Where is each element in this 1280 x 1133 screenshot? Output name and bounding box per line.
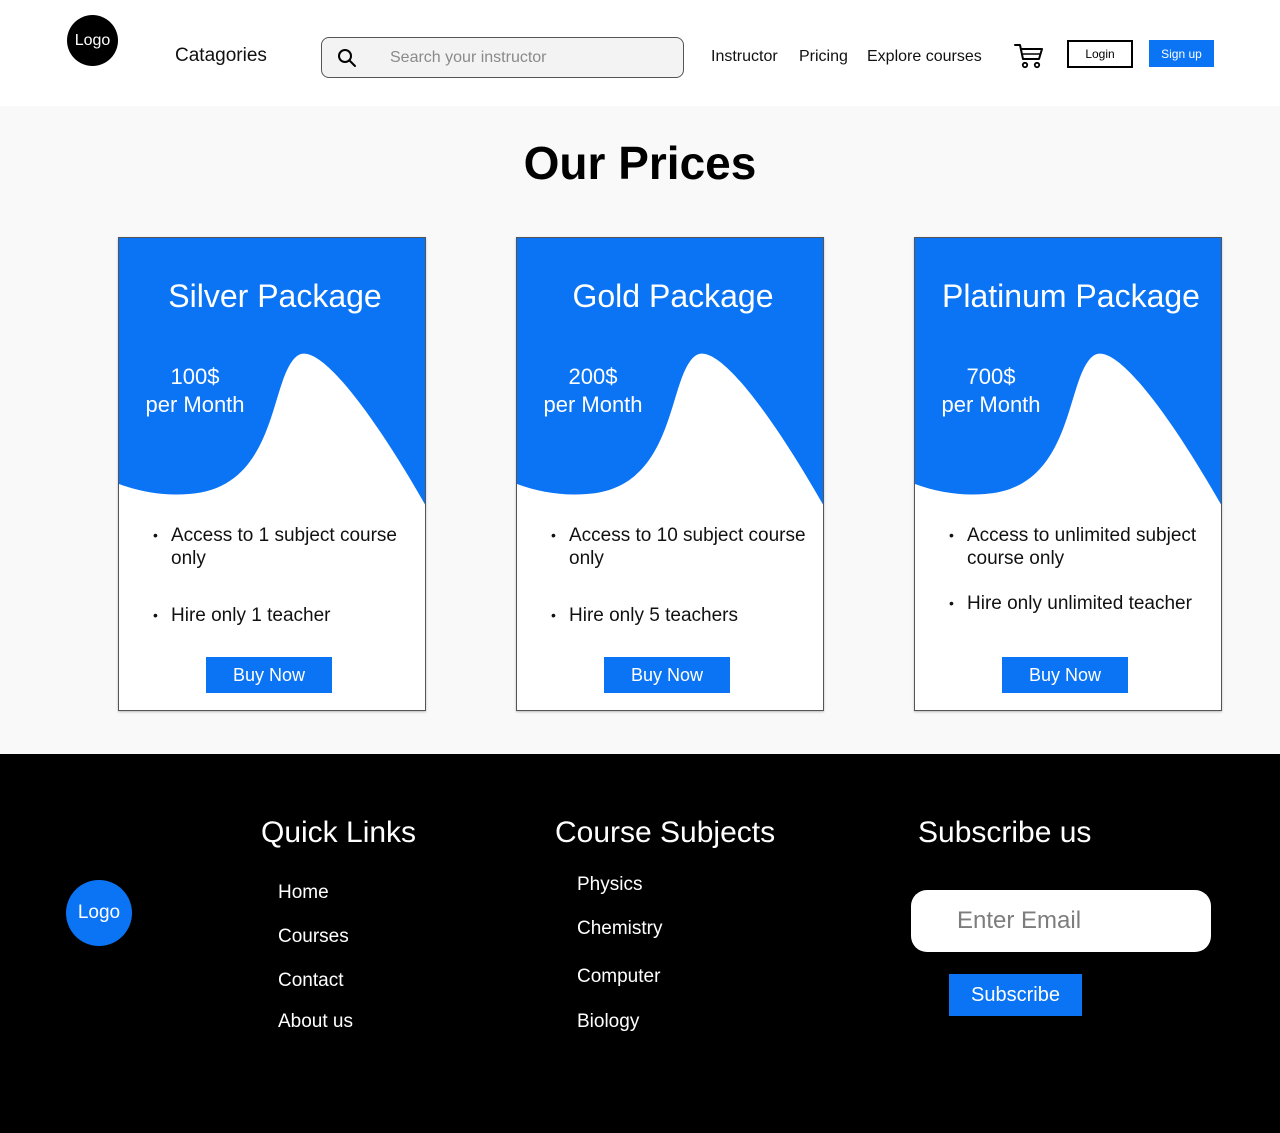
search-input[interactable] xyxy=(390,46,670,70)
login-button[interactable]: Login xyxy=(1067,40,1133,68)
package-name: Silver Package xyxy=(168,278,382,314)
nav-instructor[interactable]: Instructor xyxy=(711,48,778,66)
price-amount: 200$ xyxy=(568,364,618,389)
feature-item: Hire only 5 teachers xyxy=(551,604,809,627)
package-price: 200$ per Month xyxy=(525,363,661,419)
pricing-card-gold: Gold Package 200$ per Month Access to 10… xyxy=(516,237,824,711)
nav-pricing[interactable]: Pricing xyxy=(799,48,848,66)
site-footer: Logo Quick Links Home Courses Contact Ab… xyxy=(0,754,1280,1133)
footer-link-home[interactable]: Home xyxy=(278,882,329,904)
email-input[interactable] xyxy=(911,890,1211,952)
pricing-section: Our Prices Silver Package 100$ per Month… xyxy=(0,106,1280,754)
subject-link-physics[interactable]: Physics xyxy=(577,874,642,896)
email-field[interactable] xyxy=(911,890,1211,952)
price-period: per Month xyxy=(941,392,1041,417)
pricing-title: Our Prices xyxy=(523,137,757,189)
footer-link-about-us[interactable]: About us xyxy=(278,1011,353,1033)
signup-button[interactable]: Sign up xyxy=(1149,40,1214,67)
subject-link-chemistry[interactable]: Chemistry xyxy=(577,918,663,940)
feature-list: Access to unlimited subject course only … xyxy=(949,524,1207,615)
buy-now-button[interactable]: Buy Now xyxy=(206,657,332,693)
footer-link-contact[interactable]: Contact xyxy=(278,970,343,992)
feature-item: Hire only unlimited teacher xyxy=(949,592,1207,615)
search-bar[interactable] xyxy=(321,37,684,78)
course-subjects-heading: Course Subjects xyxy=(555,816,776,849)
site-header: Logo Catagories Instructor Pricing Explo… xyxy=(0,0,1280,106)
quick-links-heading: Quick Links xyxy=(261,816,417,849)
package-name: Platinum Package xyxy=(942,278,1200,314)
feature-item: Access to unlimited subject course only xyxy=(949,524,1207,570)
pricing-card-silver: Silver Package 100$ per Month Access to … xyxy=(118,237,426,711)
feature-list: Access to 10 subject course only Hire on… xyxy=(551,524,809,627)
price-period: per Month xyxy=(145,392,245,417)
package-name: Gold Package xyxy=(572,278,774,314)
subject-link-biology[interactable]: Biology xyxy=(577,1011,639,1033)
cart-icon[interactable] xyxy=(1014,42,1044,70)
footer-link-courses[interactable]: Courses xyxy=(278,926,349,948)
nav-explore-courses[interactable]: Explore courses xyxy=(867,48,982,66)
price-period: per Month xyxy=(543,392,643,417)
price-amount: 700$ xyxy=(966,364,1016,389)
package-price: 100$ per Month xyxy=(127,363,263,419)
header-logo[interactable]: Logo xyxy=(67,15,118,66)
buy-now-button[interactable]: Buy Now xyxy=(1002,657,1128,693)
price-amount: 100$ xyxy=(170,364,220,389)
subscribe-heading: Subscribe us xyxy=(918,816,1092,849)
subject-link-computer[interactable]: Computer xyxy=(577,966,660,988)
feature-list: Access to 1 subject course only Hire onl… xyxy=(153,524,411,627)
pricing-card-platinum: Platinum Package 700$ per Month Access t… xyxy=(914,237,1222,711)
buy-now-button[interactable]: Buy Now xyxy=(604,657,730,693)
package-price: 700$ per Month xyxy=(923,363,1059,419)
feature-item: Access to 10 subject course only xyxy=(551,524,809,570)
feature-item: Hire only 1 teacher xyxy=(153,604,411,627)
subscribe-button[interactable]: Subscribe xyxy=(949,974,1082,1016)
search-icon[interactable] xyxy=(337,48,357,68)
categories-menu[interactable]: Catagories xyxy=(175,45,267,67)
footer-logo[interactable]: Logo xyxy=(66,880,132,946)
feature-item: Access to 1 subject course only xyxy=(153,524,411,570)
